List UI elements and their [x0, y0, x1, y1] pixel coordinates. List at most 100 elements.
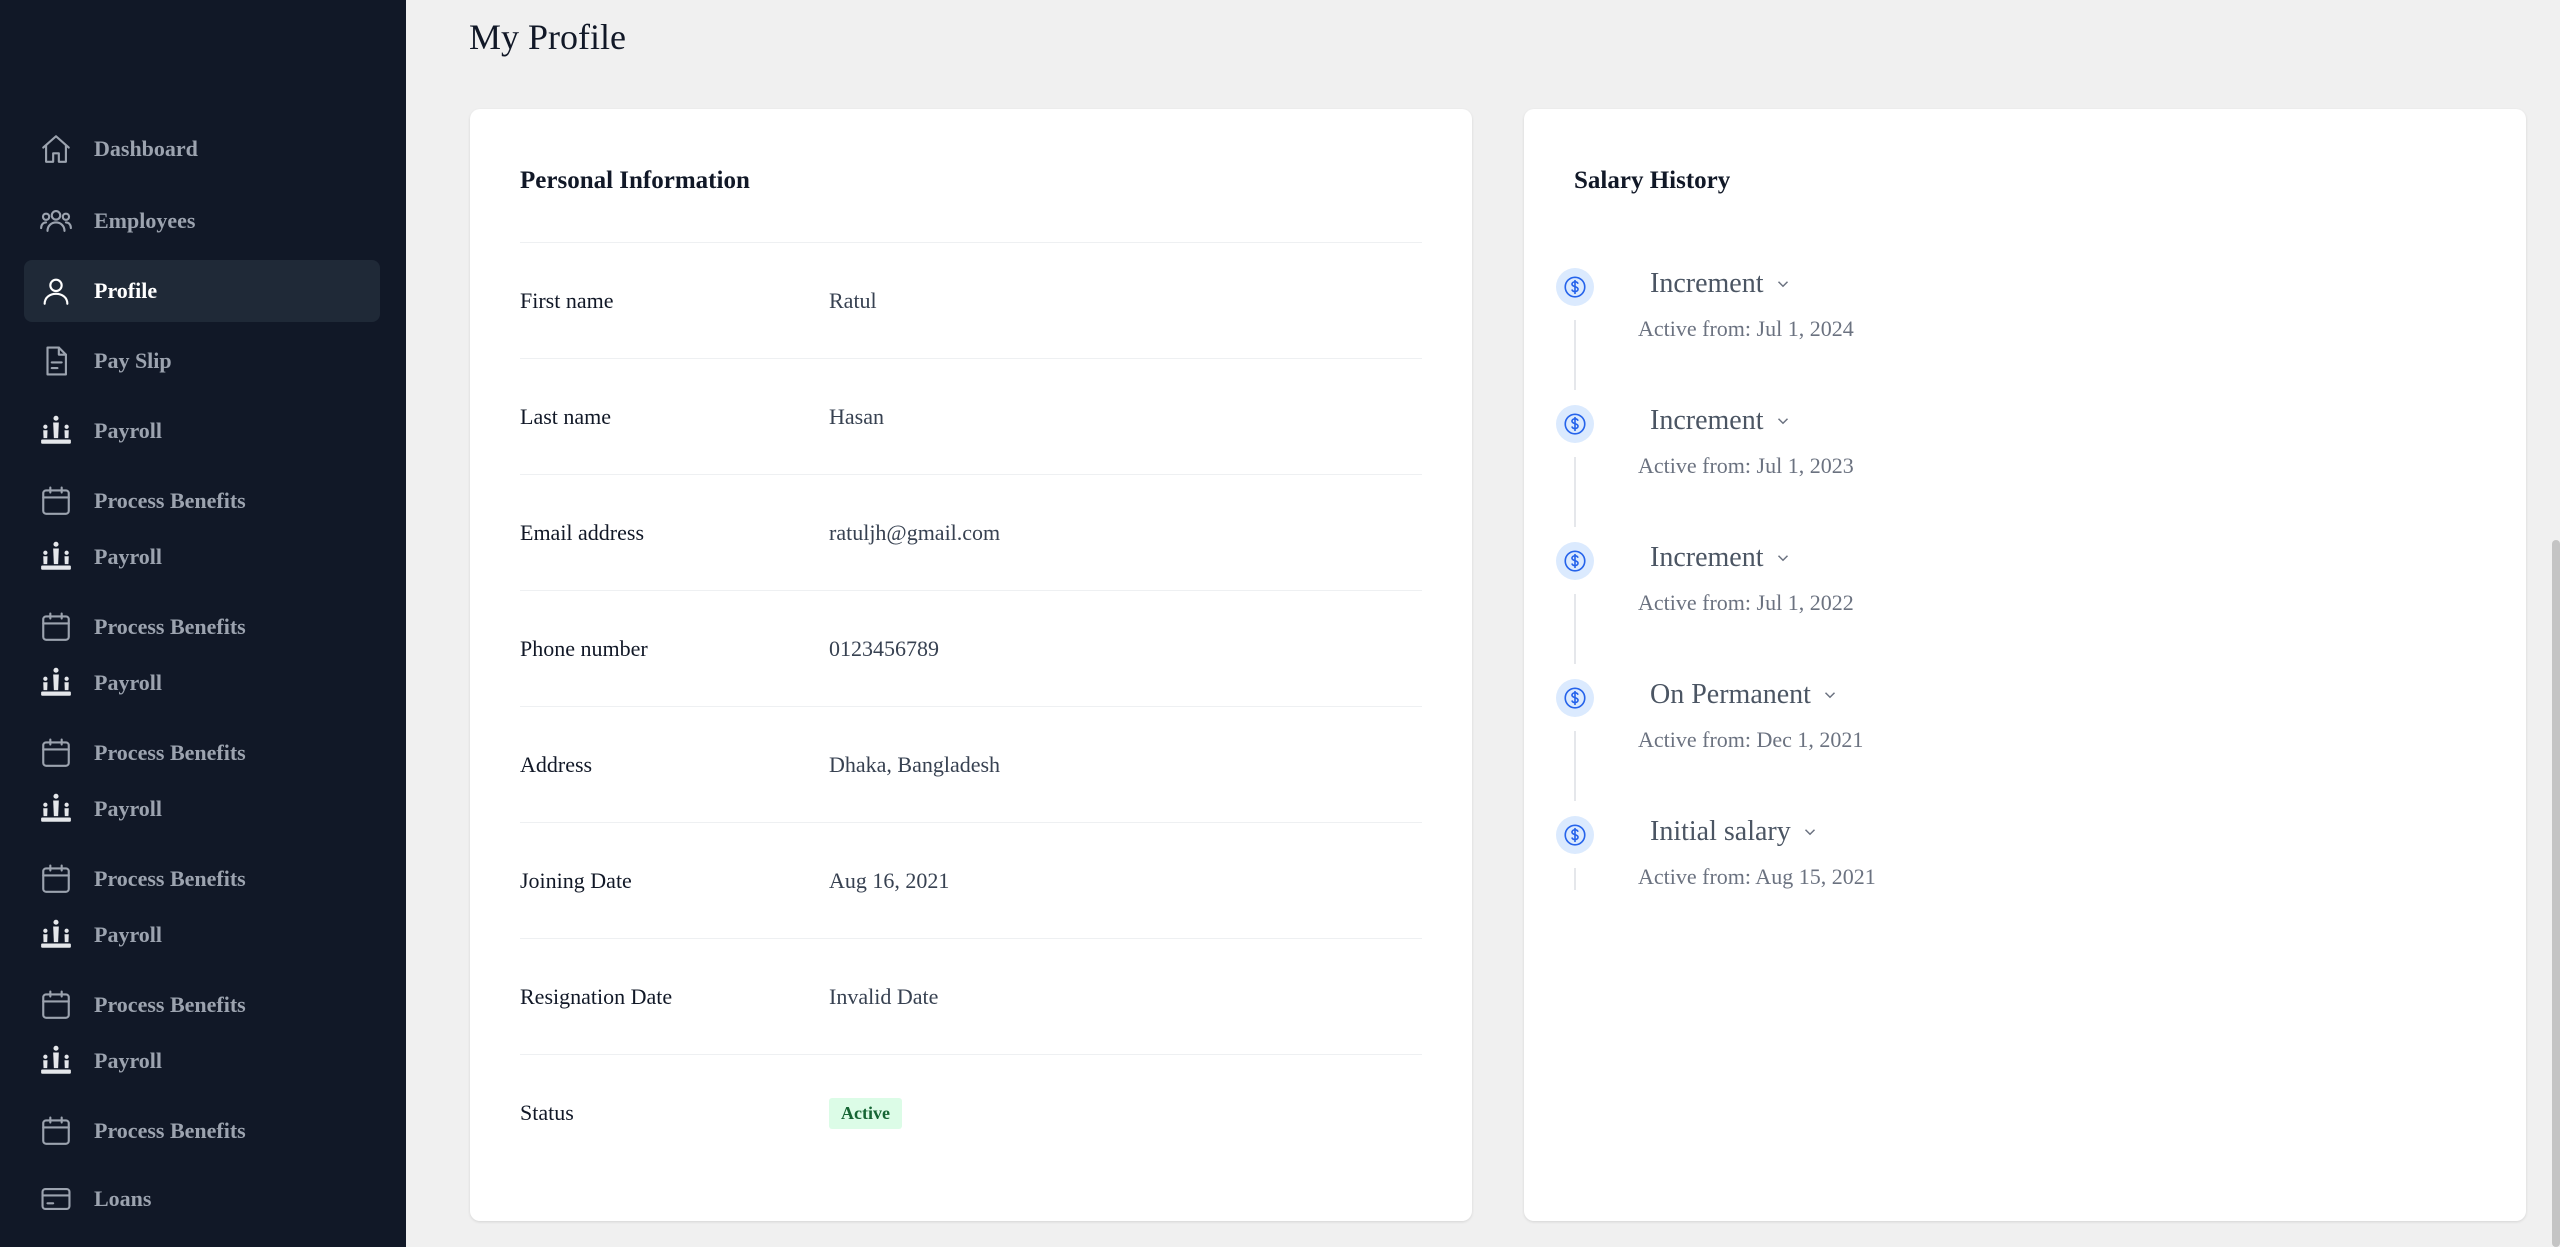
salary-type-toggle[interactable]: Increment — [1650, 268, 1792, 300]
salary-type-label: On Permanent — [1650, 679, 1811, 710]
sidebar-item-label: Process Benefits — [94, 488, 246, 513]
sidebar-item-process-benefits[interactable]: Process Benefits — [24, 1100, 380, 1162]
salary-type-toggle[interactable]: Increment — [1650, 405, 1792, 437]
dollar-icon — [1556, 816, 1594, 854]
page-title: My Profile — [469, 17, 626, 57]
sidebar-item-employees[interactable]: Employees — [24, 190, 380, 252]
info-row-phone-number: Phone number 0123456789 — [520, 591, 1422, 707]
sidebar-item-pay-slip[interactable]: Pay Slip — [24, 330, 380, 392]
salary-history-title: Salary History — [1574, 167, 1731, 194]
chevron-down-icon — [1777, 555, 1788, 562]
timeline-connector — [1574, 320, 1576, 390]
sidebar-item-payroll[interactable]: Payroll — [24, 400, 380, 462]
sidebar-item-label: Loans — [94, 1186, 152, 1211]
scrollbar[interactable] — [2552, 540, 2560, 1247]
sidebar-item-label: Process Benefits — [94, 992, 246, 1017]
timeline-connector — [1574, 868, 1576, 890]
chevron-down-icon — [1777, 281, 1788, 288]
sidebar-item-profile[interactable]: Profile — [24, 260, 380, 322]
info-value: Ratul — [829, 287, 877, 313]
chevron-down-icon — [1777, 418, 1788, 425]
salary-active-date: Active from: Dec 1, 2021 — [1638, 727, 1864, 752]
info-value: 0123456789 — [829, 635, 939, 661]
salary-type-toggle[interactable]: Increment — [1650, 542, 1792, 574]
salary-type-label: Increment — [1650, 405, 1764, 436]
info-label: Last name — [520, 403, 612, 429]
info-row-status: Status Active — [520, 1055, 1422, 1171]
calendar-icon — [38, 483, 74, 519]
chess-icon — [38, 791, 74, 827]
info-row-first-name: First name Ratul — [520, 243, 1422, 359]
salary-type-label: Increment — [1650, 268, 1764, 299]
sidebar-item-dashboard[interactable]: Dashboard — [24, 118, 380, 180]
sidebar-item-process-benefits[interactable]: Process Benefits — [24, 848, 380, 910]
dollar-icon — [1556, 679, 1594, 717]
sidebar-item-label: Employees — [94, 208, 196, 233]
chess-icon — [38, 917, 74, 953]
sidebar-item-payroll[interactable]: Payroll — [24, 526, 380, 588]
timeline-connector — [1574, 594, 1576, 664]
sidebar-item-loans[interactable]: Loans — [24, 1168, 380, 1230]
sidebar-item-process-benefits[interactable]: Process Benefits — [24, 722, 380, 784]
sidebar-item-label: Dashboard — [94, 136, 198, 161]
user-icon — [38, 273, 74, 309]
salary-type-label: Increment — [1650, 542, 1764, 573]
sidebar: Dashboard Employees Profile Pay Slip Pay… — [0, 0, 406, 1247]
info-value: Dhaka, Bangladesh — [829, 751, 1001, 777]
sidebar-item-process-benefits[interactable]: Process Benefits — [24, 974, 380, 1036]
info-row-resignation-date: Resignation Date Invalid Date — [520, 939, 1422, 1055]
users-icon — [38, 203, 74, 239]
chess-icon — [38, 539, 74, 575]
salary-active-date: Active from: Aug 15, 2021 — [1638, 864, 1876, 889]
sidebar-item-label: Process Benefits — [94, 614, 246, 639]
sidebar-item-process-benefits[interactable]: Process Benefits — [24, 470, 380, 532]
sidebar-item-payroll[interactable]: Payroll — [24, 1030, 380, 1092]
calendar-icon — [38, 735, 74, 771]
info-label: Status — [520, 1100, 574, 1125]
info-label: Joining Date — [520, 867, 632, 893]
info-label: Phone number — [520, 635, 648, 661]
salary-type-toggle[interactable]: On Permanent — [1650, 679, 1839, 711]
chess-icon — [38, 1043, 74, 1079]
document-icon — [38, 343, 74, 379]
sidebar-item-label: Payroll — [94, 1048, 163, 1073]
salary-active-date: Active from: Jul 1, 2024 — [1638, 316, 1854, 341]
sidebar-item-payroll[interactable]: Payroll — [24, 778, 380, 840]
salary-type-toggle[interactable]: Initial salary — [1650, 816, 1819, 848]
sidebar-item-label: Pay Slip — [94, 348, 172, 373]
salary-history-card: Salary History Increment Active from: Ju… — [1524, 109, 2526, 1221]
sidebar-item-label: Payroll — [94, 796, 163, 821]
chevron-down-icon — [1824, 692, 1835, 699]
info-value: ratuljh@gmail.com — [829, 519, 1001, 545]
dollar-icon — [1556, 405, 1594, 443]
sidebar-item-label: Process Benefits — [94, 866, 246, 891]
salary-type-label: Initial salary — [1650, 816, 1791, 847]
info-label: Address — [520, 751, 593, 777]
dollar-icon — [1556, 268, 1594, 306]
status-badge: Active — [829, 1097, 902, 1129]
salary-active-date: Active from: Jul 1, 2023 — [1638, 453, 1854, 478]
home-icon — [38, 131, 74, 167]
salary-active-date: Active from: Jul 1, 2022 — [1638, 590, 1854, 615]
info-row-last-name: Last name Hasan — [520, 359, 1422, 475]
personal-information-title: Personal Information — [520, 167, 750, 194]
sidebar-item-payroll[interactable]: Payroll — [24, 904, 380, 966]
sidebar-item-label: Payroll — [94, 418, 163, 443]
sidebar-item-label: Payroll — [94, 670, 163, 695]
info-row-address: Address Dhaka, Bangladesh — [520, 707, 1422, 823]
credit-card-icon — [38, 1181, 74, 1217]
chess-icon — [38, 665, 74, 701]
sidebar-item-payroll[interactable]: Payroll — [24, 652, 380, 714]
sidebar-item-label: Payroll — [94, 544, 163, 569]
calendar-icon — [38, 987, 74, 1023]
sidebar-item-label: Process Benefits — [94, 1118, 246, 1143]
info-row-joining-date: Joining Date Aug 16, 2021 — [520, 823, 1422, 939]
chevron-down-icon — [1804, 829, 1815, 836]
info-value: Invalid Date — [829, 983, 939, 1009]
info-row-email-address: Email address ratuljh@gmail.com — [520, 475, 1422, 591]
sidebar-item-label: Payroll — [94, 922, 163, 947]
sidebar-item-label: Process Benefits — [94, 740, 246, 765]
calendar-icon — [38, 609, 74, 645]
sidebar-item-process-benefits[interactable]: Process Benefits — [24, 596, 380, 658]
calendar-icon — [38, 1113, 74, 1149]
